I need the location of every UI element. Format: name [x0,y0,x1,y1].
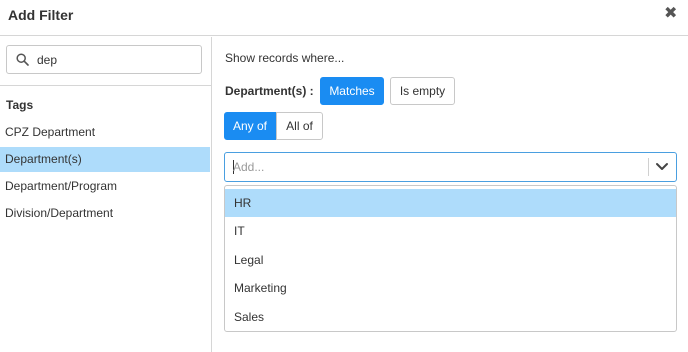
department-select[interactable] [224,152,677,182]
tag-search-field[interactable] [6,45,202,74]
filter-panel: Show records where... Department(s) : Ma… [213,37,688,352]
tags-heading: Tags [6,98,34,112]
select-separator [648,158,649,176]
option-legal[interactable]: Legal [225,246,676,274]
options-dropdown: HR IT Legal Marketing Sales [224,185,677,332]
any-of-button[interactable]: Any of [224,112,276,140]
option-hr[interactable]: HR [225,189,676,217]
dialog-header: Add Filter ✖ [0,0,688,36]
tag-sidebar: Tags CPZ Department Department(s) Depart… [0,37,212,352]
matches-button[interactable]: Matches [320,77,384,105]
option-marketing[interactable]: Marketing [225,274,676,302]
department-select-input[interactable] [233,158,638,176]
tag-item-department-program[interactable]: Department/Program [0,174,210,199]
option-sales[interactable]: Sales [225,303,676,331]
is-empty-button[interactable]: Is empty [390,77,455,105]
sidebar-divider [0,85,211,86]
all-of-button[interactable]: All of [276,112,323,140]
field-label: Department(s) : [225,84,314,98]
option-it[interactable]: IT [225,217,676,245]
close-icon[interactable]: ✖ [664,6,678,22]
filter-prompt: Show records where... [225,51,345,65]
chevron-down-icon[interactable] [655,161,669,173]
dialog-title: Add Filter [8,7,74,23]
tag-search-input[interactable] [37,50,197,70]
tag-item-cpz-department[interactable]: CPZ Department [0,120,210,145]
tag-item-departments[interactable]: Department(s) [0,147,210,172]
tag-item-division-department[interactable]: Division/Department [0,201,210,226]
search-icon [16,53,29,66]
